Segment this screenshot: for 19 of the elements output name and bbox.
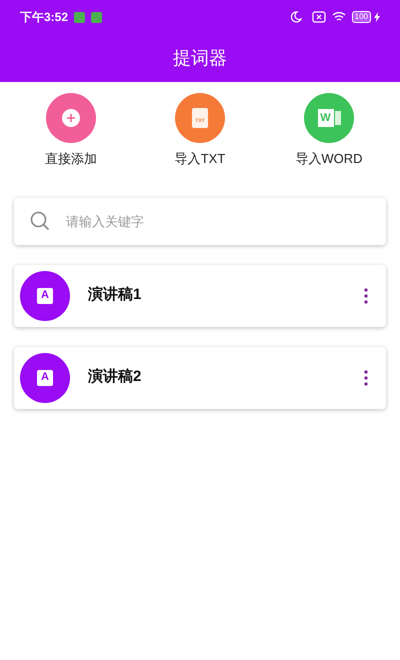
app-title: 提词器	[173, 46, 227, 70]
import-action[interactable]: W 导入WORD	[274, 93, 384, 168]
search-field[interactable]: 请输入关键字	[14, 198, 386, 244]
moon-icon	[290, 11, 302, 23]
search-icon	[30, 210, 50, 230]
more-icon[interactable]	[364, 370, 368, 386]
wifi-icon	[332, 11, 346, 23]
plus-icon	[62, 109, 80, 127]
script-card[interactable]: A 演讲稿2	[14, 346, 386, 408]
more-icon[interactable]	[364, 288, 368, 304]
script-title: 演讲稿2	[88, 367, 142, 388]
document-avatar: A	[20, 270, 70, 320]
document-avatar: A	[20, 352, 70, 402]
script-title: 演讲稿1	[88, 285, 142, 306]
script-card[interactable]: A 演讲稿1	[14, 264, 386, 326]
import-action[interactable]: 直接添加	[16, 93, 126, 168]
battery-level: 100	[352, 11, 371, 23]
status-time: 下午3:52	[20, 9, 68, 26]
charging-icon	[374, 12, 380, 22]
